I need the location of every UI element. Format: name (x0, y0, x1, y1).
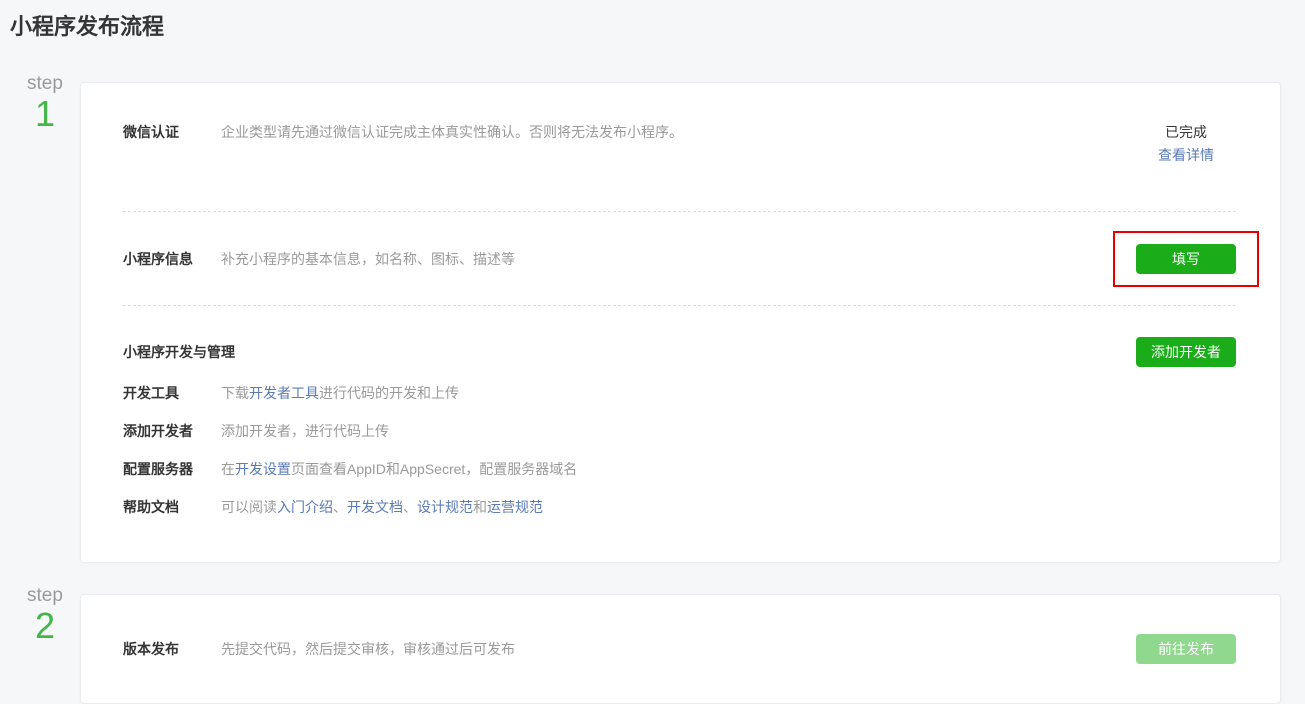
step-2-indicator: step 2 (10, 585, 80, 704)
desc-text: 和 (473, 499, 487, 515)
step-1-number: 1 (10, 95, 80, 133)
step-1-indicator: step 1 (10, 73, 80, 563)
mp-info-label: 小程序信息 (123, 248, 221, 270)
intro-guide-link[interactable]: 入门介绍 (277, 499, 333, 515)
step-2-number: 2 (10, 607, 80, 645)
wechat-cert-desc: 企业类型请先通过微信认证完成主体真实性确认。否则将无法发布小程序。 (221, 121, 1136, 143)
version-release-desc: 先提交代码，然后提交审核，审核通过后可发布 (221, 638, 1136, 660)
page: 小程序发布流程 step 1 微信认证 企业类型请先通过微信认证完成主体真实性确… (0, 0, 1305, 704)
dev-settings-link[interactable]: 开发设置 (235, 461, 291, 477)
mp-info-action-area: 填写 (1136, 212, 1236, 305)
dev-tools-row: 开发工具 下载开发者工具进行代码的开发和上传 (123, 378, 1236, 408)
desc-text: 在 (221, 461, 235, 477)
dev-manage-section: 小程序开发与管理 添加开发者 开发工具 下载开发者工具进行代码的开发和上传 添加… (123, 306, 1236, 562)
configure-server-row: 配置服务器 在开发设置页面查看AppID和AppSecret，配置服务器域名 (123, 454, 1236, 484)
desc-text: 、 (403, 499, 417, 515)
help-docs-label: 帮助文档 (123, 496, 221, 518)
steps-container: step 1 微信认证 企业类型请先通过微信认证完成主体真实性确认。否则将无法发… (10, 82, 1281, 704)
cert-status-text: 已完成 (1136, 121, 1236, 144)
configure-server-desc: 在开发设置页面查看AppID和AppSecret，配置服务器域名 (221, 458, 1236, 480)
fill-button[interactable]: 填写 (1136, 244, 1236, 274)
dev-docs-link[interactable]: 开发文档 (347, 499, 403, 515)
developer-tools-link[interactable]: 开发者工具 (249, 385, 319, 401)
dev-manage-action-area: 添加开发者 (1136, 337, 1236, 367)
version-release-label: 版本发布 (123, 638, 221, 660)
desc-text: 下载 (221, 385, 249, 401)
step-1-block: step 1 微信认证 企业类型请先通过微信认证完成主体真实性确认。否则将无法发… (10, 82, 1281, 563)
desc-text: 可以阅读 (221, 499, 277, 515)
version-release-action-area: 前往发布 (1136, 634, 1236, 664)
help-docs-desc: 可以阅读入门介绍、开发文档、设计规范和运营规范 (221, 496, 1236, 518)
operation-spec-link[interactable]: 运营规范 (487, 499, 543, 515)
step-2-card: 版本发布 先提交代码，然后提交审核，审核通过后可发布 前往发布 (80, 594, 1281, 704)
step-2-block: step 2 版本发布 先提交代码，然后提交审核，审核通过后可发布 前往发布 (10, 594, 1281, 704)
view-details-link[interactable]: 查看详情 (1136, 144, 1236, 167)
desc-text: 、 (333, 499, 347, 515)
design-spec-link[interactable]: 设计规范 (417, 499, 473, 515)
dev-tools-label: 开发工具 (123, 382, 221, 404)
mp-info-row: 小程序信息 补充小程序的基本信息，如名称、图标、描述等 填写 (123, 212, 1236, 305)
page-title: 小程序发布流程 (10, 12, 1281, 42)
add-developer-row: 添加开发者 添加开发者，进行代码上传 (123, 416, 1236, 446)
step-1-card: 微信认证 企业类型请先通过微信认证完成主体真实性确认。否则将无法发布小程序。 已… (80, 82, 1281, 563)
dev-tools-desc: 下载开发者工具进行代码的开发和上传 (221, 382, 1236, 404)
add-developer-desc: 添加开发者，进行代码上传 (221, 420, 1236, 442)
dev-manage-header: 小程序开发与管理 (123, 342, 235, 362)
wechat-cert-row: 微信认证 企业类型请先通过微信认证完成主体真实性确认。否则将无法发布小程序。 已… (123, 83, 1236, 211)
step-2-word: step (10, 585, 80, 607)
configure-server-label: 配置服务器 (123, 458, 221, 480)
help-docs-row: 帮助文档 可以阅读入门介绍、开发文档、设计规范和运营规范 (123, 492, 1236, 522)
desc-text: 页面查看AppID和AppSecret，配置服务器域名 (291, 461, 577, 477)
wechat-cert-status-area: 已完成 查看详情 (1136, 121, 1236, 167)
wechat-cert-label: 微信认证 (123, 121, 221, 143)
step-1-word: step (10, 73, 80, 95)
desc-text: 添加开发者，进行代码上传 (221, 423, 389, 439)
version-release-row: 版本发布 先提交代码，然后提交审核，审核通过后可发布 前往发布 (123, 595, 1236, 703)
mp-info-desc: 补充小程序的基本信息，如名称、图标、描述等 (221, 248, 1136, 270)
go-publish-button[interactable]: 前往发布 (1136, 634, 1236, 664)
add-developer-button[interactable]: 添加开发者 (1136, 337, 1236, 367)
add-developer-label: 添加开发者 (123, 420, 221, 442)
dev-manage-header-row: 小程序开发与管理 添加开发者 (123, 336, 1236, 368)
desc-text: 进行代码的开发和上传 (319, 385, 459, 401)
